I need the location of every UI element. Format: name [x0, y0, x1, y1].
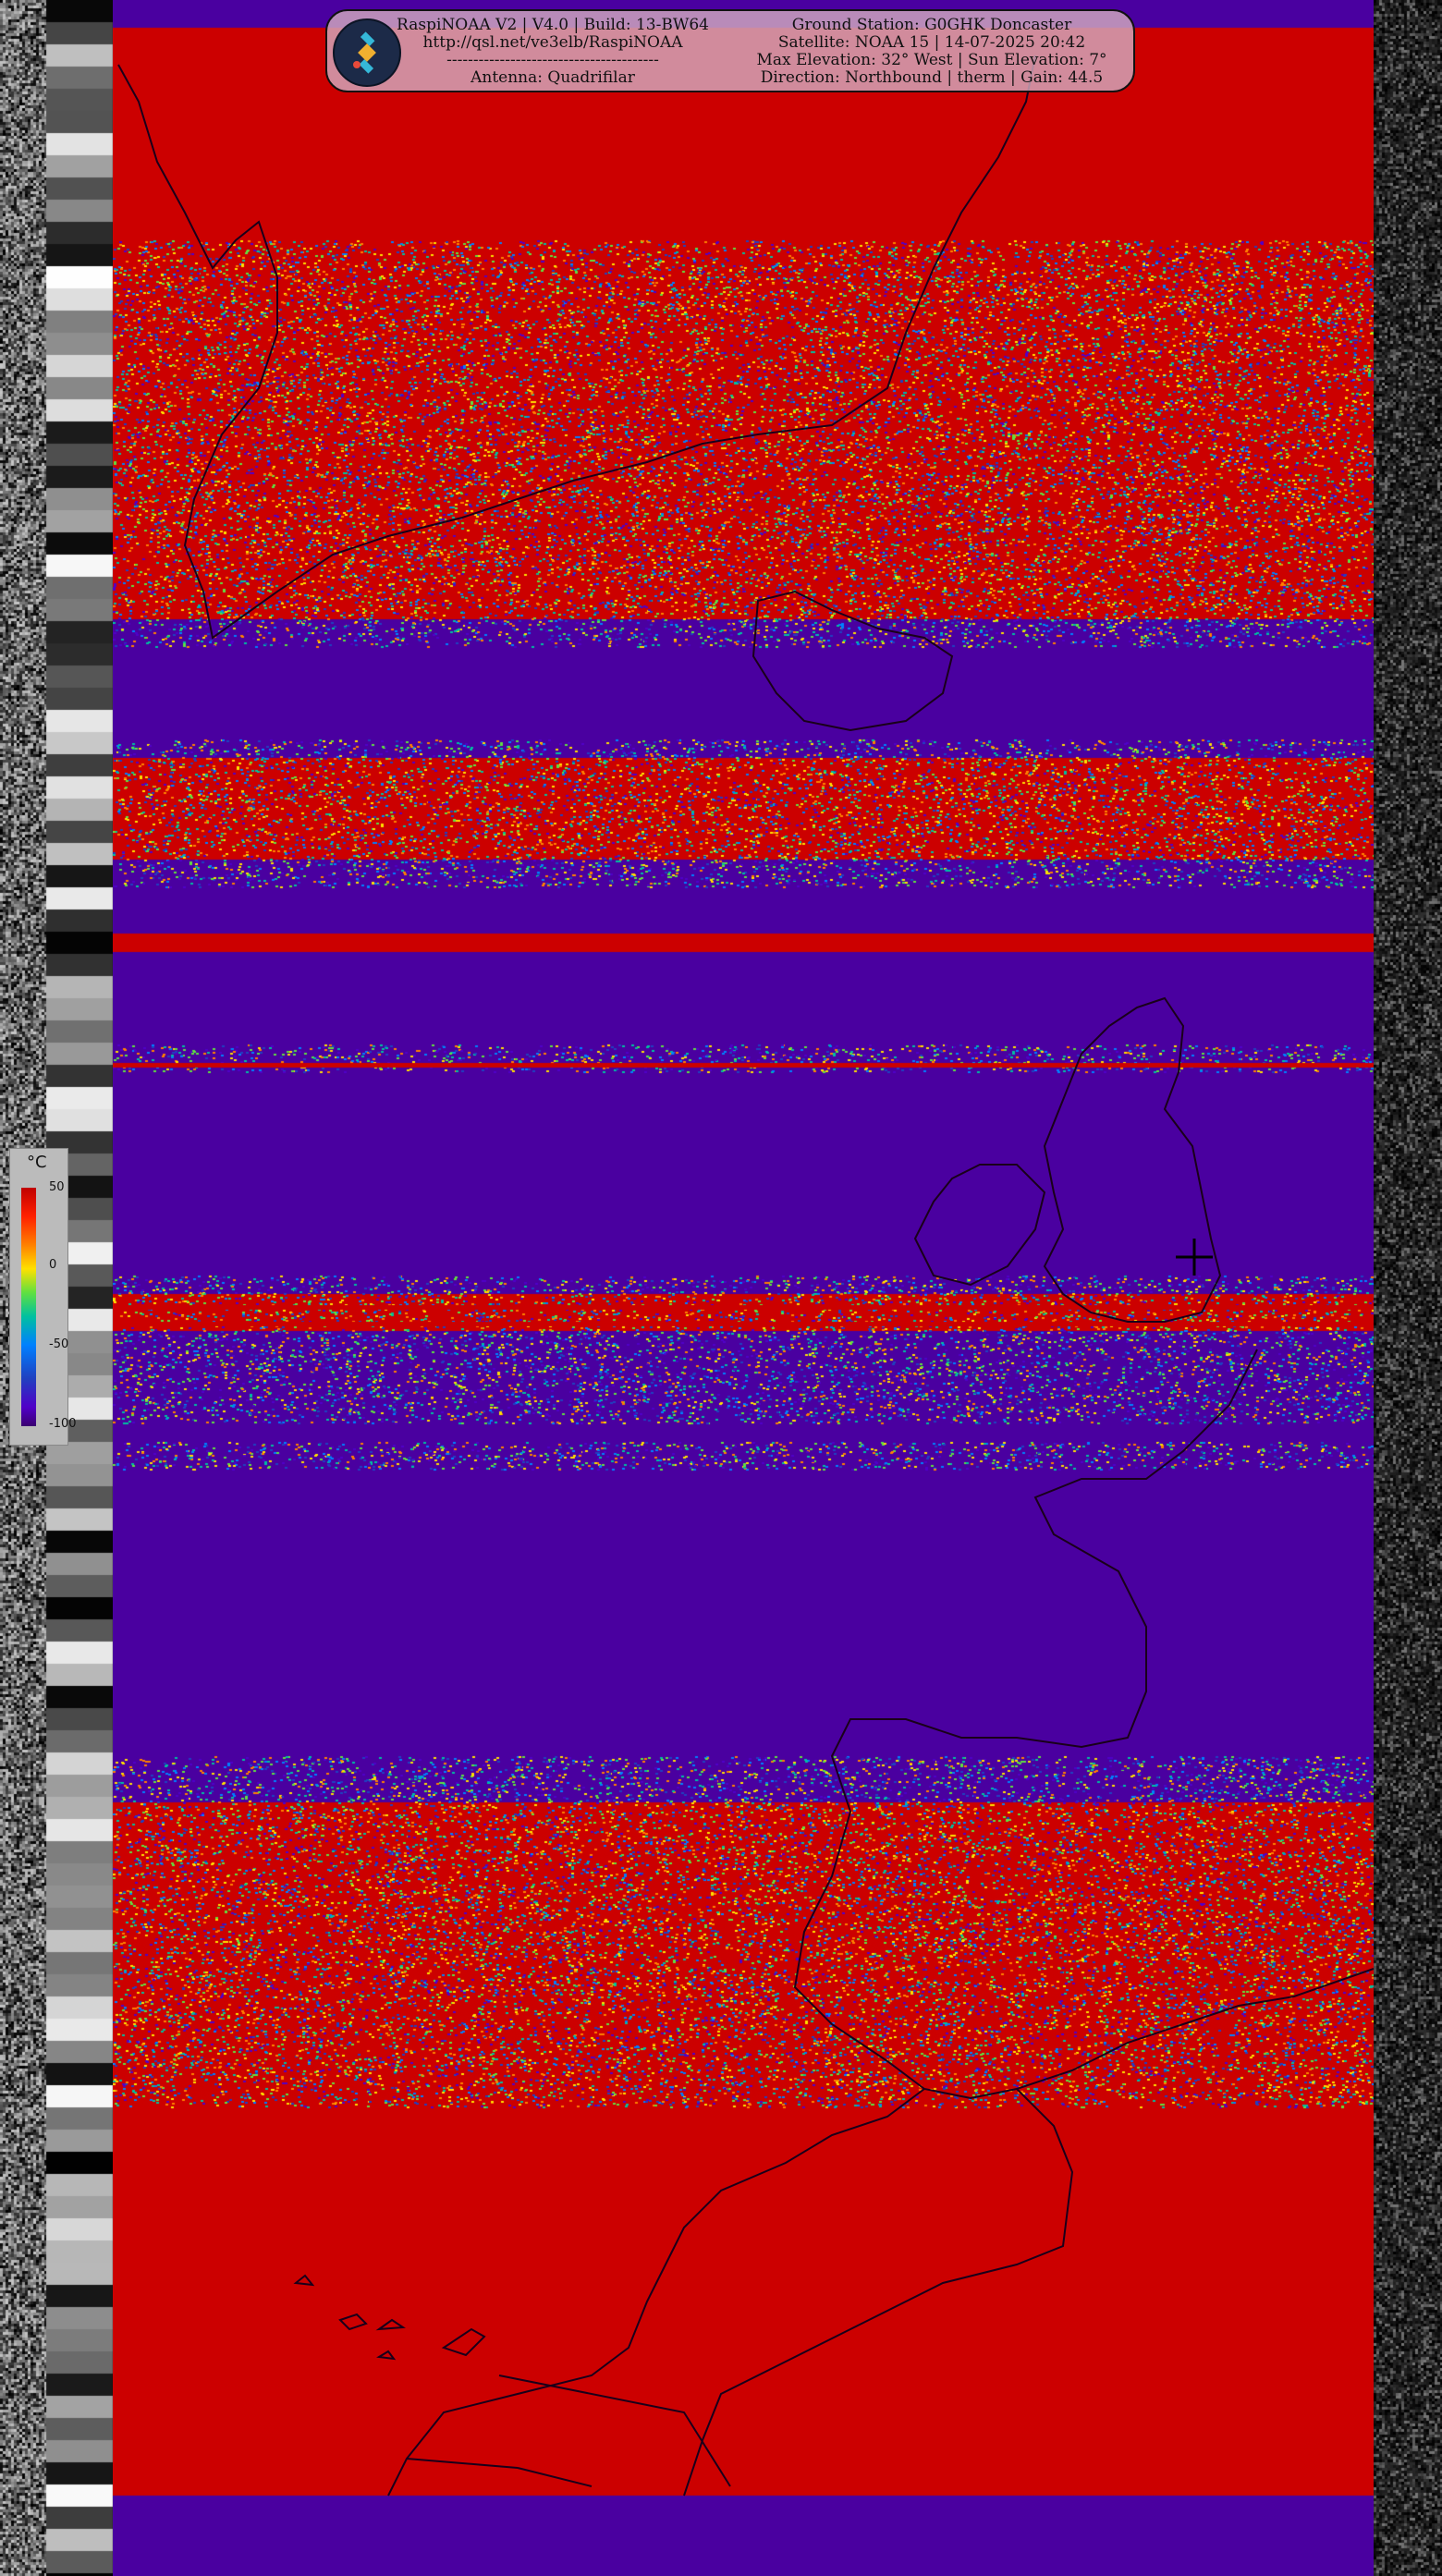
europe-coast	[793, 1349, 1375, 2100]
legend-tick: -50	[49, 1337, 69, 1351]
iceland-coast	[752, 590, 954, 732]
legend-tick: 0	[49, 1258, 57, 1272]
ground-station: Ground Station: G0GHK Doncaster	[791, 16, 1072, 34]
satellite-info: Satellite: NOAA 15 | 14-07-2025 20:42	[777, 33, 1086, 52]
header-right-column: Ground Station: G0GHK Doncaster Satellit…	[738, 17, 1126, 87]
legend-unit: °C	[27, 1153, 47, 1172]
temperature-legend: °C 50 0 -50 -100	[9, 1148, 77, 1446]
uk-ireland-coast	[913, 996, 1222, 1323]
header-left-column: RaspiNOAA V2 | V4.0 | Build: 13-BW64 htt…	[386, 17, 719, 87]
elevation-info: Max Elevation: 32° West | Sun Elevation:…	[756, 51, 1107, 69]
pass-info-panel: RaspiNOAA V2 | V4.0 | Build: 13-BW64 htt…	[325, 9, 1135, 92]
greenland-coast	[117, 55, 1036, 640]
antenna-info: Antenna: Quadrifilar	[470, 68, 635, 87]
coastline-overlay	[117, 55, 1375, 2497]
africa-coast	[387, 2088, 1074, 2497]
ground-station-marker	[1176, 1239, 1213, 1276]
legend-tick: 50	[49, 1180, 65, 1194]
legend-tick: -100	[49, 1417, 77, 1431]
divider-line: ----------------------------------------	[446, 51, 659, 69]
project-url: http://qsl.net/ve3elb/RaspiNOAA	[422, 33, 683, 52]
africa-borders	[406, 2375, 731, 2487]
direction-info: Direction: Northbound | therm | Gain: 44…	[760, 68, 1104, 87]
app-version: RaspiNOAA V2 | V4.0 | Build: 13-BW64	[397, 16, 709, 34]
legend-color-bar	[21, 1188, 36, 1426]
canary-islands	[293, 2274, 486, 2361]
